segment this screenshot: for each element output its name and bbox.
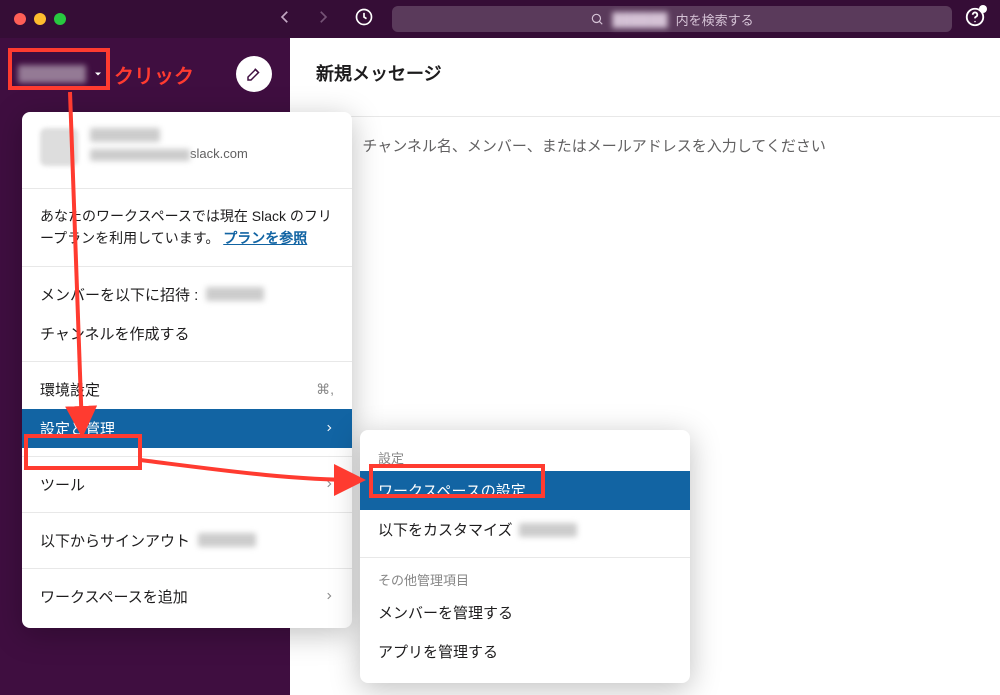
forward-button[interactable] bbox=[314, 8, 332, 31]
search-input[interactable]: ██████ 内を検索する bbox=[392, 6, 952, 32]
menu-item-create-channel[interactable]: チャンネルを作成する bbox=[22, 314, 352, 353]
search-placeholder-suffix: 内を検索する bbox=[676, 10, 754, 29]
workspace-identity: slack.com bbox=[22, 128, 352, 180]
chevron-right-icon bbox=[324, 421, 334, 435]
history-icon[interactable] bbox=[354, 7, 374, 32]
titlebar: ██████ 内を検索する bbox=[0, 0, 1000, 38]
submenu-section-label: その他管理項目 bbox=[360, 566, 690, 593]
main-header: 新規メッセージ bbox=[290, 38, 1000, 117]
menu-item-invite[interactable]: メンバーを以下に招待 : bbox=[22, 275, 352, 314]
plan-note: あなたのワークスペースでは現在 Slack のフリープランを利用しています。 プ… bbox=[22, 197, 352, 258]
submenu-item-manage-members[interactable]: メンバーを管理する bbox=[360, 593, 690, 632]
submenu-section-label: 設定 bbox=[360, 444, 690, 471]
submenu-item-label: アプリを管理する bbox=[378, 641, 498, 662]
submenu-item-customize[interactable]: 以下をカスタマイズ bbox=[360, 510, 690, 549]
menu-item-label: 設定と管理 bbox=[40, 418, 115, 439]
menu-item-label: 環境設定 bbox=[40, 379, 100, 400]
workspace-name-blurred bbox=[519, 523, 577, 537]
close-window-button[interactable] bbox=[14, 13, 26, 25]
menu-item-label: ワークスペースを追加 bbox=[40, 586, 188, 607]
menu-item-add-workspace[interactable]: ワークスペースを追加 bbox=[22, 577, 352, 616]
to-placeholder: チャンネル名、メンバー、またはメールアドレスを入力してください bbox=[362, 138, 826, 155]
workspace-name-blurred bbox=[90, 128, 160, 142]
settings-admin-submenu: 設定 ワークスペースの設定 以下をカスタマイズ その他管理項目 メンバーを管理す… bbox=[360, 430, 690, 683]
back-button[interactable] bbox=[276, 8, 294, 31]
minimize-window-button[interactable] bbox=[34, 13, 46, 25]
menu-item-tools[interactable]: ツール bbox=[22, 465, 352, 504]
workspace-avatar-blurred bbox=[40, 128, 78, 166]
submenu-item-workspace-settings[interactable]: ワークスペースの設定 bbox=[360, 471, 690, 510]
search-workspace-name-blurred: ██████ bbox=[612, 12, 667, 27]
workspace-domain: slack.com bbox=[90, 146, 248, 161]
submenu-item-manage-apps[interactable]: アプリを管理する bbox=[360, 632, 690, 671]
workspace-name-blurred bbox=[206, 287, 264, 301]
workspace-name-blurred bbox=[18, 65, 86, 83]
menu-item-label: メンバーを以下に招待 : bbox=[40, 284, 198, 305]
fullscreen-window-button[interactable] bbox=[54, 13, 66, 25]
submenu-item-label: メンバーを管理する bbox=[378, 602, 513, 623]
help-notification-dot bbox=[979, 5, 987, 13]
history-nav bbox=[276, 8, 332, 31]
workspace-name-blurred bbox=[198, 533, 256, 547]
workspace-menu: slack.com あなたのワークスペースでは現在 Slack のフリープランを… bbox=[22, 112, 352, 628]
menu-item-signout[interactable]: 以下からサインアウト bbox=[22, 521, 352, 560]
menu-item-preferences[interactable]: 環境設定 ⌘, bbox=[22, 370, 352, 409]
help-icon[interactable] bbox=[964, 6, 986, 33]
workspace-switcher[interactable]: クリック bbox=[0, 56, 290, 92]
submenu-item-label: ワークスペースの設定 bbox=[378, 480, 526, 501]
chevron-right-icon bbox=[324, 477, 334, 491]
menu-item-label: ツール bbox=[40, 474, 85, 495]
chevron-right-icon bbox=[324, 589, 334, 603]
compose-to-row[interactable]: 宛先: チャンネル名、メンバー、またはメールアドレスを入力してください bbox=[290, 117, 1000, 174]
menu-item-settings-admin[interactable]: 設定と管理 bbox=[22, 409, 352, 448]
menu-item-label: チャンネルを作成する bbox=[40, 323, 190, 344]
annotation-click-label: クリック bbox=[114, 60, 194, 89]
submenu-item-label: 以下をカスタマイズ bbox=[378, 519, 513, 540]
menu-item-label: 以下からサインアウト bbox=[40, 530, 190, 551]
compose-button[interactable] bbox=[236, 56, 272, 92]
page-title: 新規メッセージ bbox=[316, 60, 974, 86]
chevron-down-icon bbox=[92, 68, 104, 80]
plan-link[interactable]: プランを参照 bbox=[223, 230, 307, 246]
window-traffic-lights bbox=[14, 13, 66, 25]
shortcut-label: ⌘, bbox=[316, 381, 334, 398]
